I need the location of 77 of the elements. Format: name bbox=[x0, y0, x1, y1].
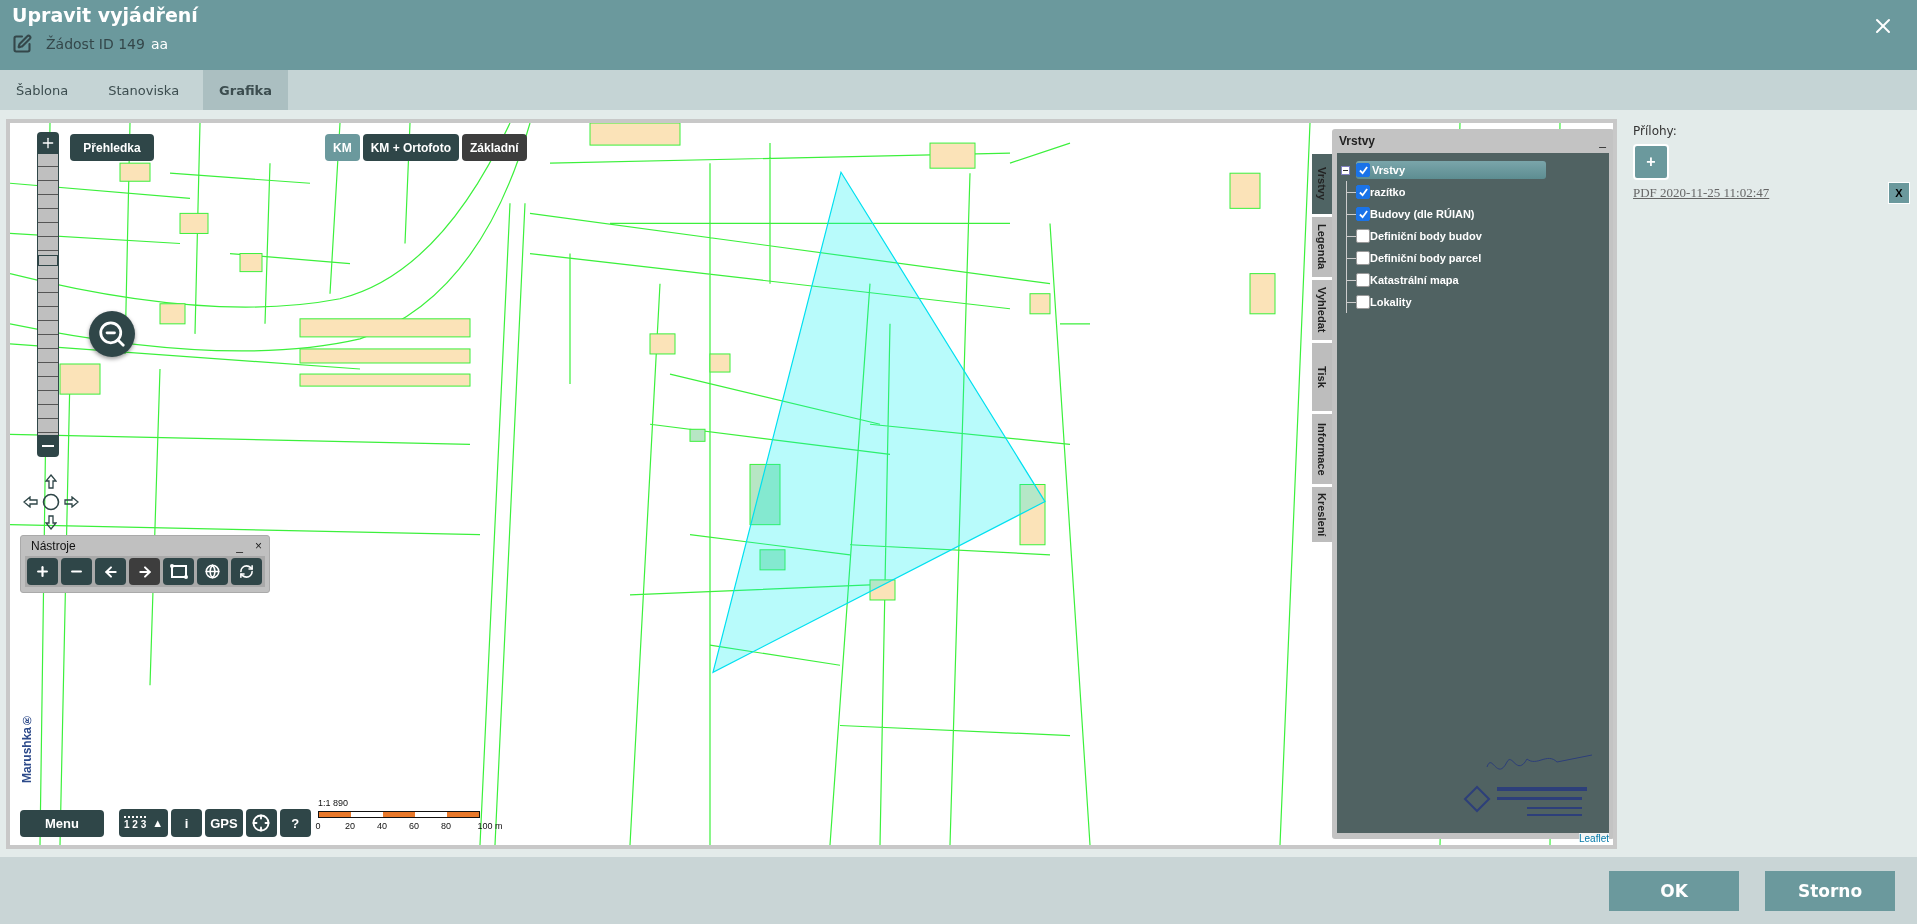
map-tool-button[interactable]: GPS bbox=[205, 809, 243, 837]
minimize-button[interactable]: _ bbox=[233, 539, 246, 553]
tab[interactable]: Stanoviska bbox=[92, 70, 196, 110]
pan-right-icon[interactable] bbox=[63, 496, 79, 508]
request-note: aa bbox=[150, 36, 169, 52]
side-tab[interactable]: Tisk bbox=[1312, 343, 1332, 411]
menu-button[interactable]: Menu bbox=[20, 810, 104, 837]
layer-checkbox[interactable] bbox=[1356, 295, 1370, 309]
layer-label: Lokality bbox=[1370, 296, 1412, 308]
base-layer-button[interactable]: KM + Ortofoto bbox=[362, 134, 459, 161]
plus-icon bbox=[40, 135, 56, 151]
base-layer-button[interactable]: Základní bbox=[462, 134, 527, 161]
request-id: Žádost ID 149 bbox=[46, 36, 145, 52]
measure-button[interactable]: 1 2 3 ▲ bbox=[119, 809, 169, 837]
crosshair-icon bbox=[252, 814, 271, 832]
tab[interactable]: Šablona bbox=[0, 70, 85, 110]
layer-checkbox[interactable] bbox=[1356, 273, 1370, 287]
tool-button[interactable] bbox=[231, 558, 262, 585]
tool-button[interactable] bbox=[197, 558, 228, 585]
plus-icon bbox=[35, 564, 50, 579]
tool-button[interactable] bbox=[129, 558, 160, 585]
layer-checkbox[interactable] bbox=[1356, 251, 1370, 265]
attribution-link[interactable]: Leaflet bbox=[1578, 833, 1609, 844]
pan-up-icon[interactable] bbox=[45, 474, 57, 490]
side-tab[interactable]: Informace bbox=[1312, 414, 1332, 484]
overview-button[interactable]: Přehledka bbox=[70, 134, 154, 161]
side-tab[interactable]: Vyhledat bbox=[1312, 280, 1332, 340]
tab[interactable]: Grafika bbox=[203, 70, 289, 110]
layer-checkbox[interactable] bbox=[1356, 207, 1370, 221]
pan-down-icon[interactable] bbox=[45, 514, 57, 530]
zoom-out-icon bbox=[97, 319, 127, 349]
scale-tick-label: 80 bbox=[441, 821, 451, 831]
close-button[interactable]: × bbox=[252, 539, 265, 553]
layers-panel-title: Vrstvy bbox=[1338, 134, 1377, 148]
layer-checkbox[interactable] bbox=[1356, 163, 1370, 177]
layer-label: razítko bbox=[1370, 186, 1406, 198]
tool-button[interactable] bbox=[95, 558, 126, 585]
scale-tick-label: 40 bbox=[377, 821, 387, 831]
scale-tick-label: 0 bbox=[315, 821, 321, 831]
layer-label: Vrstvy bbox=[1372, 164, 1406, 176]
edit-icon bbox=[12, 34, 32, 54]
globe-icon bbox=[205, 564, 220, 579]
layer-label: Katastrální mapa bbox=[1370, 274, 1459, 286]
pan-left-icon[interactable] bbox=[23, 496, 39, 508]
arrow-left-icon bbox=[102, 563, 119, 580]
logo: Marushka® bbox=[19, 712, 35, 785]
zoom-out-button[interactable] bbox=[89, 311, 135, 357]
layer-label: Definiční body budov bbox=[1370, 230, 1482, 242]
pan-center-icon[interactable] bbox=[42, 493, 60, 511]
scale-ratio: 1:1 890 bbox=[318, 798, 350, 808]
zoom-slider-thumb[interactable] bbox=[38, 254, 58, 266]
scale-tick-label: 100 m bbox=[477, 821, 503, 831]
scale-tick-label: 60 bbox=[409, 821, 419, 831]
arrow-right-icon bbox=[136, 563, 153, 580]
collapse-toggle[interactable] bbox=[1341, 165, 1350, 175]
map-tool-button[interactable]: i bbox=[171, 809, 203, 837]
tools-panel-title: Nástroje bbox=[31, 539, 77, 553]
zoom-slider[interactable] bbox=[37, 132, 59, 457]
side-tab[interactable]: Legenda bbox=[1312, 217, 1332, 277]
attachments-title: Přílohy: bbox=[1633, 124, 1678, 138]
map-tool-button[interactable]: ? bbox=[279, 809, 311, 837]
remove-button[interactable]: X bbox=[1888, 182, 1910, 204]
layer-label: Definiční body parcel bbox=[1370, 252, 1482, 264]
minimize-button[interactable]: _ bbox=[1596, 134, 1609, 148]
scale-tick-label: 20 bbox=[345, 821, 355, 831]
refresh-icon bbox=[239, 564, 254, 579]
tool-button[interactable] bbox=[163, 558, 194, 585]
dialog-title: Upravit vyjádření bbox=[12, 4, 200, 26]
rectangle-icon bbox=[169, 564, 188, 579]
attachment-link[interactable]: PDF 2020-11-25 11:02:47 bbox=[1633, 185, 1770, 201]
layer-checkbox[interactable] bbox=[1356, 229, 1370, 243]
minus-icon bbox=[42, 445, 54, 447]
locate-button[interactable] bbox=[245, 809, 277, 837]
side-tab[interactable]: Kreslení bbox=[1312, 487, 1332, 542]
tool-button[interactable] bbox=[27, 558, 58, 585]
layer-label: Budovy (dle RÚIAN) bbox=[1370, 208, 1475, 220]
layer-checkbox[interactable] bbox=[1356, 185, 1370, 199]
